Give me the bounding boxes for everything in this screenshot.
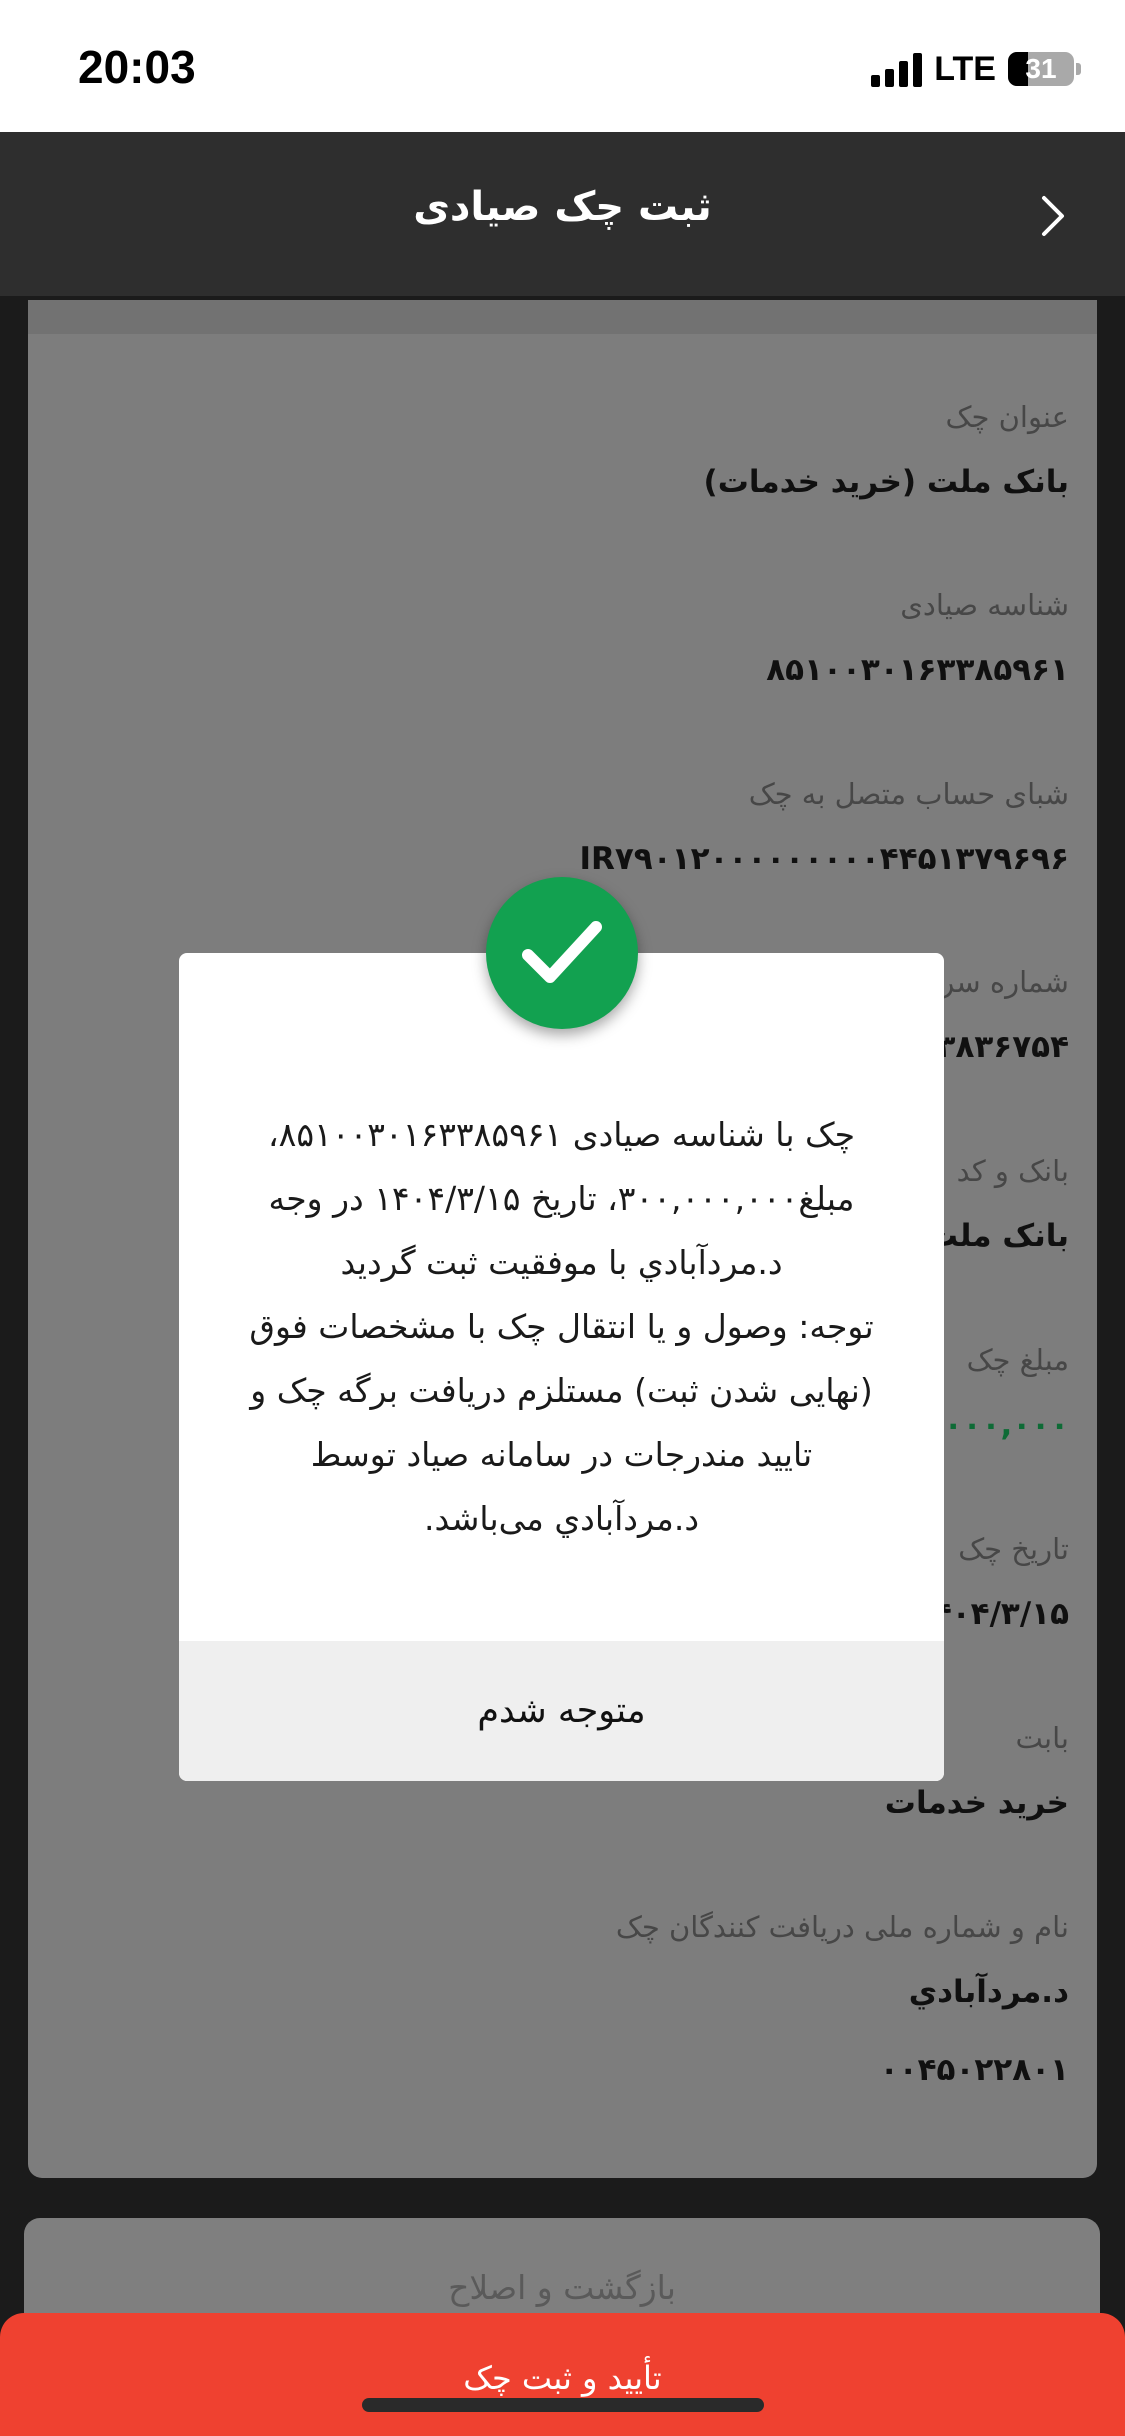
status-indicators: LTE 31 xyxy=(871,44,1081,94)
field-value: ۸۵۱۰۰۳۰۱۶۳۳۸۵۹۶۱ xyxy=(766,652,1069,688)
card-top-band xyxy=(28,300,1097,334)
success-badge xyxy=(486,877,638,1029)
got-it-label: متوجه شدم xyxy=(477,1691,646,1731)
field-label: شناسه صیادی xyxy=(900,588,1069,622)
field-label: نام و شماره ملی دریافت کنندگان چک xyxy=(615,1910,1069,1944)
battery-icon: 31 xyxy=(1008,52,1074,86)
got-it-button[interactable]: متوجه شدم xyxy=(179,1641,944,1781)
field-label: شبای حساب متصل به چک xyxy=(748,777,1069,811)
field-bank-code: بانک و کد بانک ملت xyxy=(927,1154,1069,1254)
recipient-national-id: ۰۰۴۵۰۲۲۸۰۱ xyxy=(879,2052,1069,2088)
home-indicator xyxy=(362,2398,764,2412)
checkmark-icon xyxy=(522,921,602,983)
field-value: بانک ملت (خرید خدمات) xyxy=(703,464,1069,500)
field-value: خرید خدمات xyxy=(884,1785,1069,1821)
confirm-and-register-button[interactable]: تأیید و ثبت چک xyxy=(0,2313,1125,2436)
back-and-edit-label: بازگشت و اصلاح xyxy=(448,2268,676,2307)
chevron-right-icon[interactable] xyxy=(1039,194,1067,238)
battery-percent: 31 xyxy=(1025,53,1057,84)
field-sheba: شبای حساب متصل به چک IR۷۹۰۱۲۰۰۰۰۰۰۰۰۰۴۴۵… xyxy=(579,777,1069,877)
battery-tip xyxy=(1076,63,1081,75)
field-cheque-title: عنوان چک بانک ملت (خرید خدمات) xyxy=(704,400,1069,500)
page-title: ثبت چک صیادی xyxy=(413,184,712,230)
cellular-signal-icon xyxy=(871,51,923,87)
field-value: بانک ملت xyxy=(926,1218,1069,1254)
recipient-name: د.مردآبادي xyxy=(908,1974,1069,2010)
dialog-message: چک با شناسه صیادی ۸۵۱۰۰۳۰۱۶۳۳۸۵۹۶۱، مبلغ… xyxy=(249,1115,874,1538)
status-time: 20:03 xyxy=(78,41,196,93)
field-sayad-id: شناسه صیادی ۸۵۱۰۰۳۰۱۶۳۳۸۵۹۶۱ xyxy=(766,588,1069,688)
field-value: IR۷۹۰۱۲۰۰۰۰۰۰۰۰۰۴۴۵۱۳۷۹۶۹۶ xyxy=(579,841,1069,877)
status-bar: 20:03 LTE 31 xyxy=(0,0,1125,132)
field-label: عنوان چک xyxy=(945,400,1070,434)
confirm-and-register-label: تأیید و ثبت چک xyxy=(463,2359,662,2397)
success-dialog: چک با شناسه صیادی ۸۵۱۰۰۳۰۱۶۳۳۸۵۹۶۱، مبلغ… xyxy=(179,953,944,1781)
app-header: ثبت چک صیادی xyxy=(0,132,1125,296)
field-recipients: نام و شماره ملی دریافت کنندگان چک د.مردآ… xyxy=(616,1910,1069,2088)
field-label: بانک و کد xyxy=(956,1154,1069,1188)
network-type: LTE xyxy=(934,49,996,88)
